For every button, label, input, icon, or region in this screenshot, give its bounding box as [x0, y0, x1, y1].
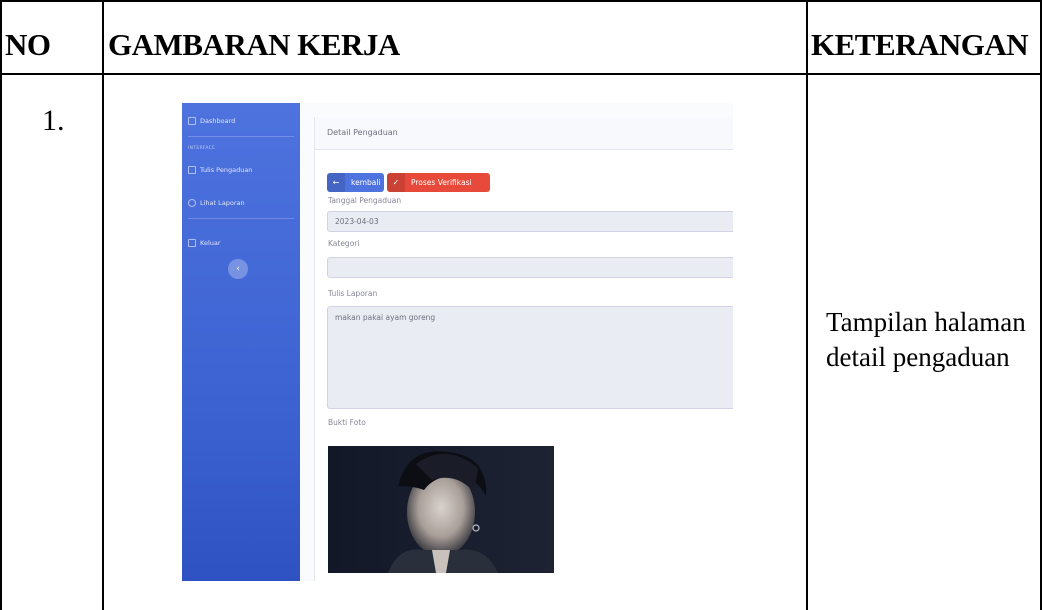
table-left-border [0, 0, 2, 610]
edit-icon [188, 166, 196, 174]
card-header: Detail Pengaduan [315, 117, 733, 150]
arrow-left-icon: ← [327, 173, 345, 192]
sidebar-heading: INTERFACE [188, 146, 216, 151]
verify-button[interactable]: ✓ Proses Verifikasi [387, 173, 490, 192]
back-button[interactable]: ← kembali [327, 173, 384, 192]
header-no: NO [5, 27, 51, 62]
sidebar-item-label: Dashboard [200, 117, 236, 125]
sidebar-divider [188, 136, 294, 137]
date-field[interactable]: 2023-04-03 [327, 211, 733, 232]
sidebar-toggle-button[interactable]: ‹ [228, 259, 248, 279]
sidebar-item-keluar[interactable]: Keluar [188, 239, 221, 247]
table-top-border [0, 0, 1042, 2]
sidebar-item-label: Tulis Pengaduan [200, 166, 253, 174]
header-keterangan: KETERANGAN [811, 27, 1029, 62]
sidebar: Dashboard INTERFACE Tulis Pengaduan Liha… [182, 103, 300, 581]
date-value: 2023-04-03 [335, 217, 379, 226]
detail-card: Detail Pengaduan ← kembali ✓ Proses Veri… [314, 117, 733, 581]
sidebar-item-label: Lihat Laporan [200, 199, 245, 207]
verify-button-label: Proses Verifikasi [411, 178, 472, 187]
table-col-divider-2 [806, 0, 808, 610]
header-gambaran-kerja: GAMBARAN KERJA [108, 27, 400, 62]
report-value: makan pakai ayam goreng [335, 313, 436, 322]
table-col-divider-1 [102, 0, 104, 610]
dashboard-icon [188, 117, 196, 125]
sidebar-item-dashboard[interactable]: Dashboard [188, 117, 235, 125]
card-title: Detail Pengaduan [327, 128, 398, 137]
table-header-border [0, 73, 1042, 75]
portrait-photo-image [328, 446, 554, 573]
sidebar-item-label: Keluar [200, 239, 221, 247]
date-label: Tanggal Pengaduan [328, 196, 402, 205]
document-table: NO GAMBARAN KERJA KETERANGAN 1. Tampilan… [0, 0, 1042, 610]
photo-label: Bukti Foto [328, 418, 366, 427]
category-label: Kategori [328, 239, 360, 248]
row-number: 1. [42, 104, 65, 137]
sidebar-item-lihat-laporan[interactable]: Lihat Laporan [188, 199, 245, 207]
sidebar-item-tulis-pengaduan[interactable]: Tulis Pengaduan [188, 166, 252, 174]
row-description: Tampilan halaman detail pengaduan [826, 307, 1026, 372]
report-label: Tulis Laporan [328, 289, 378, 298]
check-icon: ✓ [387, 173, 405, 192]
logout-icon [188, 239, 196, 247]
search-icon [188, 199, 196, 207]
category-field[interactable] [327, 257, 733, 278]
report-textarea[interactable]: makan pakai ayam goreng [327, 306, 733, 409]
sidebar-divider [188, 218, 294, 219]
back-button-label: kembali [351, 178, 381, 187]
evidence-photo [328, 446, 554, 573]
app-screenshot: Dashboard INTERFACE Tulis Pengaduan Liha… [182, 103, 733, 581]
